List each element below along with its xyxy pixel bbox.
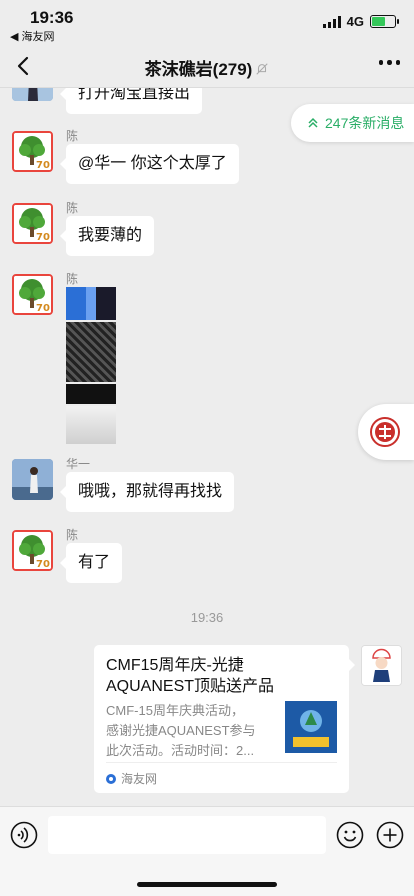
message-bubble[interactable]: 有了 — [59, 543, 123, 583]
sender-name: 华一 — [66, 457, 91, 471]
product-image[interactable] — [66, 287, 116, 320]
avatar[interactable]: 70 — [12, 530, 53, 571]
link-card-title: CMF15周年庆-光捷 — [106, 657, 244, 674]
message-bubble[interactable]: 哦哦，那就得再找找 — [59, 472, 235, 512]
message-list[interactable]: 打开淘宝直接出 247条新消息 70 陈 @华一 你这个太厚了 70 陈 我要薄… — [0, 88, 414, 806]
sender-name: 陈 — [66, 528, 79, 542]
battery-icon — [370, 15, 399, 28]
link-card[interactable]: CMF15周年庆-光捷 AQUANEST顶贴送产品 CMF-15周年庆典活动， … — [94, 645, 355, 793]
avatar[interactable] — [12, 88, 53, 101]
home-indicator[interactable] — [137, 882, 277, 887]
message-timestamp: 19:36 — [190, 610, 224, 625]
person-photo-icon — [12, 459, 53, 500]
new-messages-button[interactable]: 247条新消息 — [291, 104, 414, 142]
sender-name: 陈 — [66, 201, 79, 215]
double-chevron-up-icon — [308, 117, 318, 128]
new-messages-label: 247条新消息 — [325, 115, 405, 131]
emoji-icon[interactable] — [336, 821, 364, 849]
status-bar: 19:36 ◀ 海友网 4G — [0, 0, 414, 44]
svg-text:70: 70 — [36, 160, 50, 170]
chat-title-text: 茶沫礁岩(279) — [144, 60, 253, 79]
avatar[interactable]: 70 — [12, 131, 53, 172]
avatar[interactable] — [361, 645, 402, 686]
floating-app-button[interactable] — [358, 404, 414, 460]
message-bubble[interactable]: 打开淘宝直接出 — [59, 88, 203, 114]
message-bubble[interactable]: 我要薄的 — [59, 216, 155, 256]
cartoon-avatar-icon — [362, 646, 401, 685]
product-image[interactable] — [66, 406, 116, 444]
bell-slash-icon — [256, 63, 268, 75]
tree-avatar-icon: 70 — [14, 276, 51, 313]
signal-icon — [322, 15, 341, 28]
chat-header: 茶沫礁岩(279) — [0, 44, 414, 88]
voice-icon[interactable] — [10, 821, 38, 849]
svg-text:70: 70 — [36, 303, 50, 313]
round-seal-icon — [370, 417, 400, 447]
network-type: 4G — [346, 14, 364, 29]
more-dots-icon[interactable] — [378, 60, 400, 65]
status-indicators: 4G — [322, 14, 399, 29]
plus-icon[interactable] — [376, 821, 404, 849]
tree-avatar-icon: 70 — [14, 133, 51, 170]
sender-name: 陈 — [66, 272, 79, 286]
product-image[interactable] — [66, 384, 116, 404]
link-card-thumbnail — [285, 701, 337, 753]
message-input[interactable] — [48, 816, 326, 854]
link-card-description: CMF-15周年庆典活动， 感谢光捷AQUANEST参与 此次活动。活动时间：2… — [106, 703, 256, 758]
tree-avatar-icon: 70 — [14, 532, 51, 569]
avatar[interactable] — [12, 459, 53, 500]
svg-text:70: 70 — [36, 232, 50, 242]
avatar[interactable]: 70 — [12, 274, 53, 315]
product-image[interactable] — [66, 322, 116, 382]
image-message[interactable] — [66, 287, 116, 446]
avatar[interactable]: 70 — [12, 203, 53, 244]
link-card-source: 海友网 — [106, 762, 337, 787]
link-card-title: AQUANEST顶贴送产品 — [106, 678, 275, 695]
back-to-app-link[interactable]: ◀ 海友网 — [10, 28, 55, 44]
link-card-source-name: 海友网 — [121, 772, 158, 786]
tree-avatar-icon: 70 — [14, 205, 51, 242]
sender-name: 陈 — [66, 129, 79, 143]
svg-text:70: 70 — [36, 559, 50, 569]
status-time: 19:36 — [30, 8, 74, 27]
message-bubble[interactable]: @华一 你这个太厚了 — [60, 144, 239, 184]
source-logo-icon — [106, 773, 116, 784]
chat-title: 茶沫礁岩(279) — [0, 55, 414, 80]
